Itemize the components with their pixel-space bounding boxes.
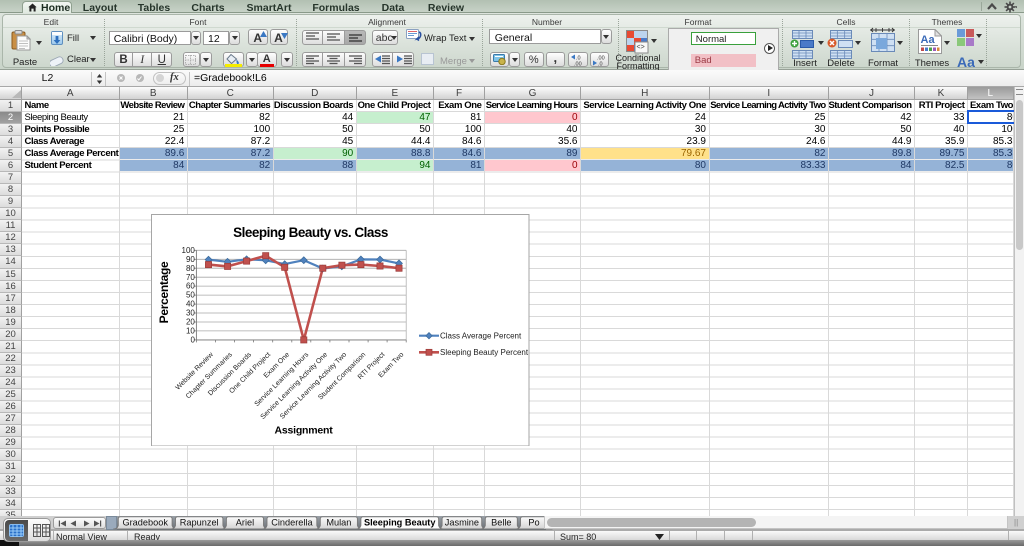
svg-text:Ariel: Ariel: [236, 518, 254, 528]
svg-text:10: 10: [186, 326, 195, 335]
svg-text:50: 50: [186, 290, 195, 299]
svg-text:Mulan: Mulan: [326, 518, 351, 528]
svg-text:0: 0: [190, 335, 195, 344]
svg-text:Aa: Aa: [920, 34, 935, 46]
svg-text:80: 80: [186, 263, 195, 272]
svg-text:Jasmine: Jasmine: [445, 518, 479, 528]
svg-text:Assignment: Assignment: [274, 424, 333, 436]
svg-text:100: 100: [182, 245, 196, 254]
svg-text:40: 40: [186, 299, 195, 308]
svg-text:Rapunzel: Rapunzel: [180, 518, 219, 528]
svg-text:Belle: Belle: [491, 518, 511, 528]
svg-text:Po: Po: [528, 518, 539, 528]
svg-text:Percentage: Percentage: [157, 261, 171, 323]
svg-text:Gradebook: Gradebook: [122, 518, 168, 528]
svg-text:90: 90: [186, 254, 195, 263]
svg-text:.00: .00: [574, 62, 582, 67]
svg-text:70: 70: [186, 272, 195, 281]
svg-text:Cinderella: Cinderella: [271, 518, 313, 528]
svg-text:<>: <>: [637, 44, 645, 51]
svg-text:Sleeping Beauty: Sleeping Beauty: [364, 518, 436, 528]
svg-text:20: 20: [186, 317, 195, 326]
svg-text:Sleeping Beauty vs. Class: Sleeping Beauty vs. Class: [233, 225, 388, 240]
svg-text:30: 30: [186, 308, 195, 317]
svg-text:Sleeping Beauty Percent: Sleeping Beauty Percent: [440, 348, 529, 357]
svg-text:60: 60: [186, 281, 195, 290]
svg-text:Class Average Percent: Class Average Percent: [440, 331, 522, 340]
